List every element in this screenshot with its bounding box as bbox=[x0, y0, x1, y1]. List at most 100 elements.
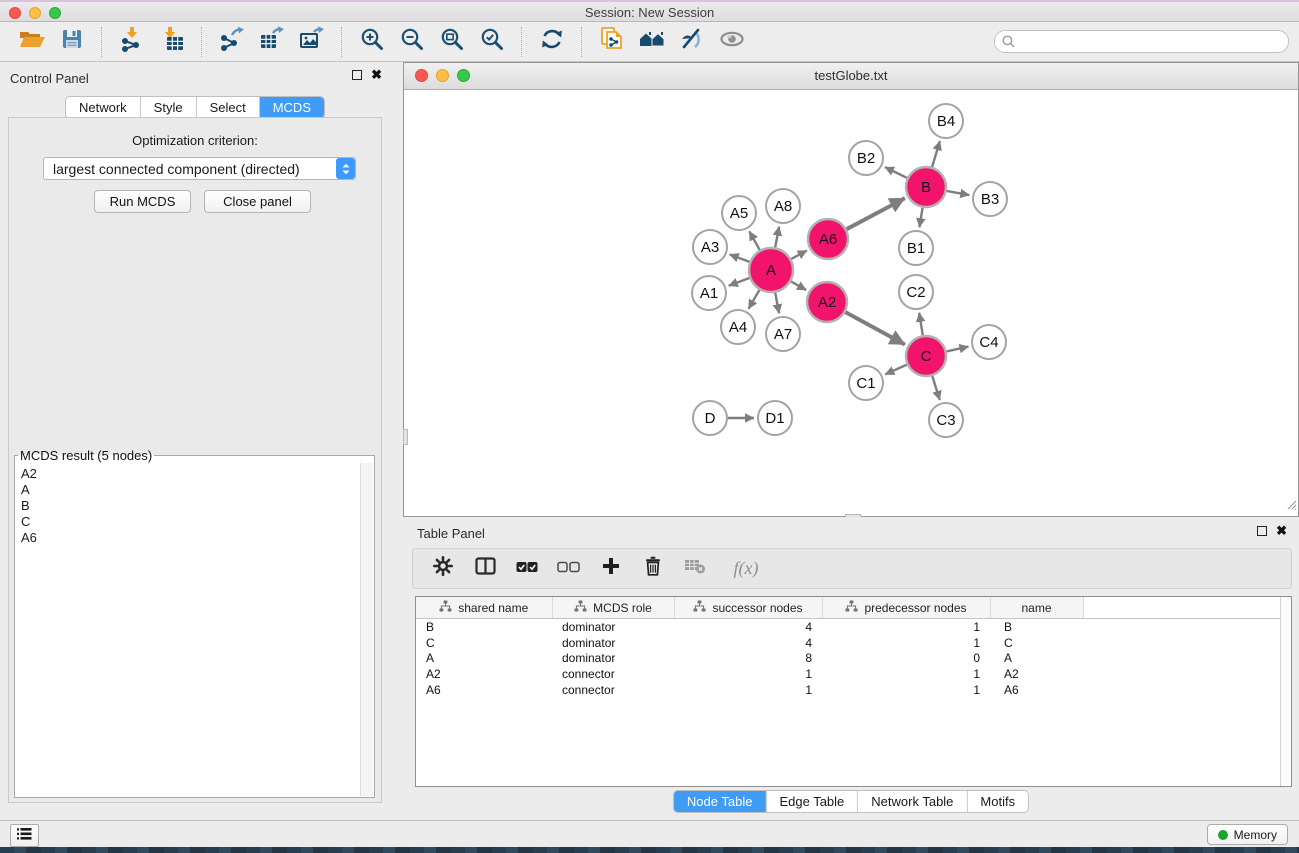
edge-A2-C[interactable] bbox=[845, 312, 905, 344]
optimization-dropdown[interactable]: largest connected component (directed) bbox=[43, 157, 356, 180]
hide-selected-button[interactable] bbox=[674, 25, 710, 59]
tab-motifs[interactable]: Motifs bbox=[966, 791, 1028, 812]
close-panel-icon[interactable]: ✖ bbox=[371, 70, 382, 80]
cell[interactable]: C bbox=[416, 635, 552, 651]
resize-grip-icon[interactable] bbox=[1285, 497, 1297, 515]
edge-A-A1[interactable] bbox=[729, 278, 750, 286]
node-C4[interactable]: C4 bbox=[972, 325, 1006, 359]
cell[interactable]: A bbox=[990, 650, 1083, 666]
export-image-button[interactable] bbox=[294, 25, 330, 59]
cell[interactable]: 0 bbox=[822, 650, 990, 666]
mcds-result-item[interactable]: B bbox=[21, 498, 361, 514]
tab-network-table[interactable]: Network Table bbox=[857, 791, 966, 812]
cell[interactable]: B bbox=[990, 619, 1083, 635]
mcds-result-item[interactable]: A6 bbox=[21, 530, 361, 546]
import-table-button[interactable] bbox=[154, 25, 190, 59]
edge-C-C2[interactable] bbox=[919, 313, 923, 336]
first-neighbors-button[interactable] bbox=[634, 25, 670, 59]
deselect-all-button[interactable] bbox=[558, 558, 580, 580]
function-builder-button[interactable]: f(x) bbox=[726, 558, 766, 580]
node-A[interactable]: A bbox=[749, 248, 793, 292]
node-C2[interactable]: C2 bbox=[899, 275, 933, 309]
edge-C-C4[interactable] bbox=[947, 347, 969, 352]
cell[interactable]: A bbox=[416, 650, 552, 666]
cell[interactable]: connector bbox=[552, 682, 674, 698]
close-table-panel-icon[interactable]: ✖ bbox=[1276, 526, 1287, 536]
cell[interactable]: 1 bbox=[674, 666, 822, 682]
cell[interactable]: 8 bbox=[674, 650, 822, 666]
export-network-button[interactable] bbox=[214, 25, 250, 59]
node-D[interactable]: D bbox=[693, 401, 727, 435]
network-canvas[interactable]: B4B2BB3B1A5A8A6A3AA1A2C2A4A7C4CC1C3DD1 bbox=[404, 90, 1298, 516]
export-table-button[interactable] bbox=[254, 25, 290, 59]
node-A7[interactable]: A7 bbox=[766, 317, 800, 351]
zoom-out-button[interactable] bbox=[394, 25, 430, 59]
cell[interactable]: B bbox=[416, 619, 552, 635]
show-all-button[interactable] bbox=[714, 25, 750, 59]
cell[interactable]: 1 bbox=[822, 619, 990, 635]
tab-style[interactable]: Style bbox=[140, 97, 196, 118]
delete-table-button[interactable] bbox=[684, 558, 706, 580]
table-row[interactable]: A2connector11A2 bbox=[416, 666, 1280, 682]
edge-A-A6[interactable] bbox=[791, 251, 807, 260]
node-C[interactable]: C bbox=[906, 336, 946, 376]
edge-B-B4[interactable] bbox=[932, 141, 940, 167]
cell[interactable]: 1 bbox=[674, 682, 822, 698]
edge-A-A4[interactable] bbox=[749, 290, 760, 309]
edge-B-B2[interactable] bbox=[885, 167, 907, 178]
cell[interactable]: 4 bbox=[674, 619, 822, 635]
node-B4[interactable]: B4 bbox=[929, 104, 963, 138]
mcds-result-list[interactable]: A2ABCA6 bbox=[16, 463, 361, 796]
mcds-result-item[interactable]: A2 bbox=[21, 466, 361, 482]
tab-select[interactable]: Select bbox=[196, 97, 259, 118]
table-scrollbar[interactable] bbox=[1280, 597, 1291, 786]
column-header-name[interactable]: name bbox=[990, 597, 1083, 619]
column-header-predecessor-nodes[interactable]: predecessor nodes bbox=[822, 597, 990, 619]
tab-mcds[interactable]: MCDS bbox=[259, 97, 324, 118]
edge-C-C1[interactable] bbox=[885, 365, 907, 375]
delete-row-button[interactable] bbox=[642, 558, 664, 580]
tab-edge-table[interactable]: Edge Table bbox=[765, 791, 857, 812]
cell[interactable]: 1 bbox=[822, 682, 990, 698]
mcds-result-item[interactable]: C bbox=[21, 514, 361, 530]
edge-A6-B[interactable] bbox=[847, 198, 905, 229]
close-panel-button[interactable]: Close panel bbox=[204, 190, 311, 213]
cell[interactable]: A6 bbox=[416, 682, 552, 698]
edge-A-A5[interactable] bbox=[749, 231, 759, 250]
import-network-button[interactable] bbox=[114, 25, 150, 59]
node-A3[interactable]: A3 bbox=[693, 230, 727, 264]
zoom-fit-button[interactable] bbox=[434, 25, 470, 59]
column-header-successor-nodes[interactable]: successor nodes bbox=[674, 597, 822, 619]
open-session-button[interactable] bbox=[14, 25, 50, 59]
task-history-button[interactable] bbox=[10, 824, 39, 847]
cell[interactable]: C bbox=[990, 635, 1083, 651]
zoom-in-button[interactable] bbox=[354, 25, 390, 59]
table-row[interactable]: A6connector11A6 bbox=[416, 682, 1280, 698]
node-A8[interactable]: A8 bbox=[766, 189, 800, 223]
node-A6[interactable]: A6 bbox=[808, 219, 848, 259]
run-mcds-button[interactable]: Run MCDS bbox=[94, 190, 191, 213]
column-header-shared-name[interactable]: shared name bbox=[416, 597, 552, 619]
cell[interactable]: dominator bbox=[552, 635, 674, 651]
edge-C-C3[interactable] bbox=[932, 376, 939, 400]
edge-A-A3[interactable] bbox=[730, 254, 750, 262]
cell[interactable]: connector bbox=[552, 666, 674, 682]
edge-A-A8[interactable] bbox=[775, 227, 779, 248]
edge-A-A7[interactable] bbox=[775, 293, 779, 314]
node-B3[interactable]: B3 bbox=[973, 182, 1007, 216]
cell[interactable]: dominator bbox=[552, 650, 674, 666]
edge-B-B3[interactable] bbox=[947, 191, 970, 195]
new-network-from-selection-button[interactable] bbox=[594, 25, 630, 59]
edge-A-A2[interactable] bbox=[791, 281, 806, 290]
toggle-column-button[interactable] bbox=[474, 558, 496, 580]
table-row[interactable]: Cdominator41C bbox=[416, 635, 1280, 651]
table-settings-button[interactable] bbox=[432, 558, 454, 580]
node-C3[interactable]: C3 bbox=[929, 403, 963, 437]
float-table-panel-icon[interactable] bbox=[1257, 526, 1267, 536]
cell[interactable]: dominator bbox=[552, 619, 674, 635]
refresh-button[interactable] bbox=[534, 25, 570, 59]
float-panel-icon[interactable] bbox=[352, 70, 362, 80]
tab-network[interactable]: Network bbox=[66, 97, 140, 118]
memory-button[interactable]: Memory bbox=[1207, 824, 1288, 845]
cell[interactable]: A2 bbox=[990, 666, 1083, 682]
